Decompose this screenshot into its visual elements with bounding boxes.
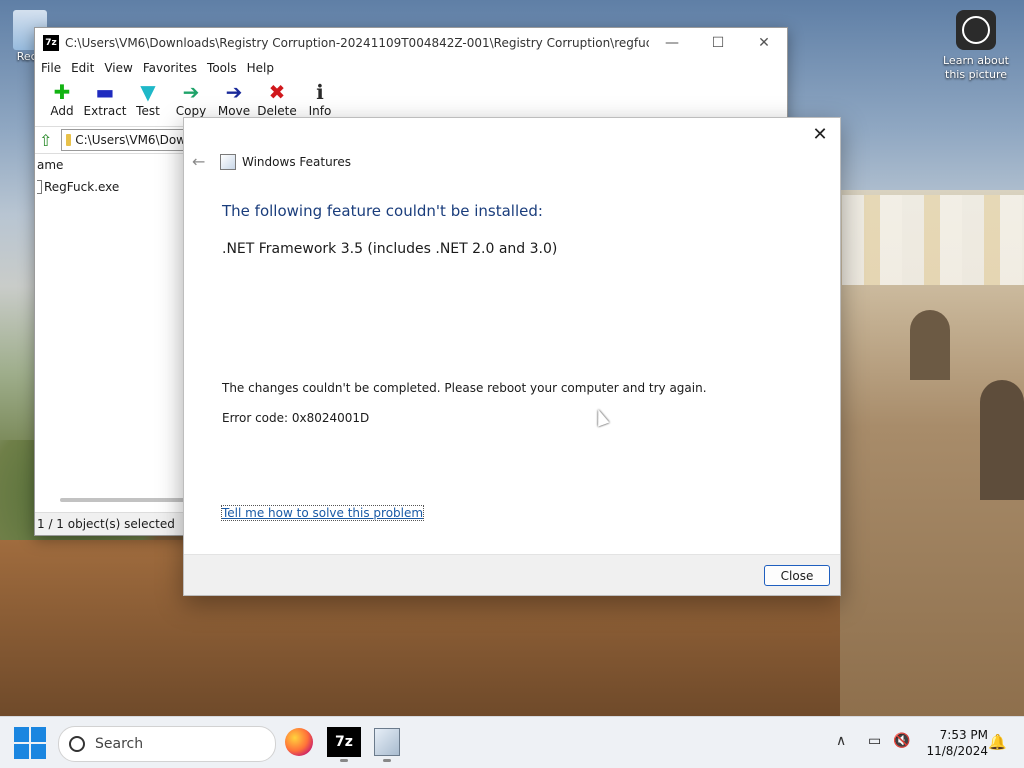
7zip-menu-bar: File Edit View Favorites Tools Help	[35, 58, 787, 78]
help-link[interactable]: Tell me how to solve this problem	[220, 505, 425, 521]
dialog-header: ← Windows Features	[192, 152, 351, 171]
running-indicator	[340, 759, 348, 762]
copy-button[interactable]: ➔ Copy	[170, 80, 212, 118]
volume-muted-icon[interactable]: 🔇	[893, 733, 910, 749]
windows-features-dialog: ✕ ← Windows Features The following featu…	[183, 117, 841, 596]
wallpaper-arch	[980, 380, 1024, 500]
copy-icon: ➔	[182, 80, 200, 104]
address-text: C:\Users\VM6\Dow	[75, 133, 186, 147]
address-field[interactable]: C:\Users\VM6\Dow	[61, 129, 191, 151]
start-button[interactable]	[14, 727, 46, 759]
info-icon: ℹ	[316, 80, 324, 104]
test-label: Test	[136, 104, 160, 118]
file-name: RegFuck.exe	[44, 180, 120, 194]
dialog-title: Windows Features	[242, 154, 351, 169]
clock-time: 7:53 PM	[939, 728, 988, 742]
up-folder-icon[interactable]: ⇧	[39, 131, 61, 150]
file-icon	[37, 180, 42, 194]
file-row[interactable]: RegFuck.exe	[35, 178, 185, 196]
close-button[interactable]: Close	[764, 565, 830, 586]
add-icon: ✚	[53, 80, 71, 104]
taskbar-search-box[interactable]: Search	[58, 726, 276, 762]
copy-label: Copy	[175, 104, 207, 118]
notification-bell-icon[interactable]: 🔔	[988, 733, 1007, 751]
maximize-button[interactable]: ☐	[695, 28, 741, 58]
menu-edit[interactable]: Edit	[71, 61, 94, 75]
info-button[interactable]: ℹ Info	[299, 80, 341, 118]
windows-logo-icon	[14, 727, 29, 742]
column-header-name[interactable]: ame	[35, 156, 185, 178]
extract-icon: ▬	[95, 80, 115, 104]
move-icon: ➔	[225, 80, 243, 104]
system-clock[interactable]: 7:53 PM 11/8/2024	[916, 727, 988, 759]
firefox-icon	[285, 728, 313, 756]
dialog-footer: Close	[184, 554, 840, 595]
folder-icon	[66, 134, 72, 146]
delete-button[interactable]: ✖ Delete	[256, 80, 298, 118]
network-icon[interactable]: ▭	[868, 733, 881, 749]
wallpaper-arch	[910, 310, 950, 380]
error-code: Error code: 0x8024001D	[222, 411, 370, 425]
move-button[interactable]: ➔ Move	[213, 80, 255, 118]
minimize-button[interactable]: —	[649, 28, 695, 58]
7zip-app-icon: 7z	[43, 35, 59, 51]
error-message: The changes couldn't be completed. Pleas…	[222, 381, 707, 395]
7zip-file-list: ame RegFuck.exe	[35, 156, 185, 196]
add-label: Add	[50, 104, 74, 118]
taskbar: Search 7z ∧ ▭ 🔇 7:53 PM 11/8/2024 🔔	[0, 716, 1024, 768]
menu-view[interactable]: View	[104, 61, 132, 75]
clock-date: 11/8/2024	[926, 744, 988, 758]
learn-about-picture-desktop-icon[interactable]: Learn about this picture	[936, 10, 1016, 82]
info-label: Info	[308, 104, 332, 118]
taskbar-firefox[interactable]	[282, 725, 316, 759]
show-hidden-icons-chevron-icon[interactable]: ∧	[836, 733, 846, 749]
wallpaper-houses	[842, 195, 1024, 285]
delete-label: Delete	[257, 104, 297, 118]
windows-features-icon	[220, 153, 236, 170]
delete-icon: ✖	[268, 80, 286, 104]
horizontal-scrollbar[interactable]	[60, 498, 185, 502]
camera-icon	[956, 10, 996, 50]
windows-features-icon	[374, 728, 400, 756]
learn-label-line1: Learn about	[943, 54, 1009, 67]
menu-help[interactable]: Help	[247, 61, 274, 75]
close-window-button[interactable]: ✕	[741, 28, 787, 58]
menu-favorites[interactable]: Favorites	[143, 61, 197, 75]
7zip-window-title: C:\Users\VM6\Downloads\Registry Corrupti…	[65, 36, 649, 50]
taskbar-7zip[interactable]: 7z	[327, 725, 361, 762]
menu-file[interactable]: File	[41, 61, 61, 75]
dialog-close-icon[interactable]: ✕	[806, 122, 834, 146]
running-indicator	[383, 759, 391, 762]
back-arrow-icon[interactable]: ←	[192, 152, 220, 171]
test-icon: ▼	[140, 80, 156, 104]
menu-tools[interactable]: Tools	[207, 61, 237, 75]
search-placeholder: Search	[95, 736, 144, 752]
add-button[interactable]: ✚ Add	[41, 80, 83, 118]
status-text: 1 / 1 object(s) selected	[37, 517, 175, 531]
taskbar-windows-features[interactable]	[370, 725, 404, 762]
dialog-heading: The following feature couldn't be instal…	[222, 202, 543, 220]
extract-button[interactable]: ▬ Extract	[83, 80, 127, 118]
move-label: Move	[217, 104, 251, 118]
search-icon	[69, 736, 85, 752]
learn-label-line2: this picture	[945, 68, 1007, 81]
7zip-icon: 7z	[327, 727, 361, 757]
feature-name: .NET Framework 3.5 (includes .NET 2.0 an…	[222, 241, 558, 257]
test-button[interactable]: ▼ Test	[127, 80, 169, 118]
7zip-title-bar[interactable]: 7z C:\Users\VM6\Downloads\Registry Corru…	[35, 28, 787, 58]
extract-label: Extract	[83, 104, 127, 118]
